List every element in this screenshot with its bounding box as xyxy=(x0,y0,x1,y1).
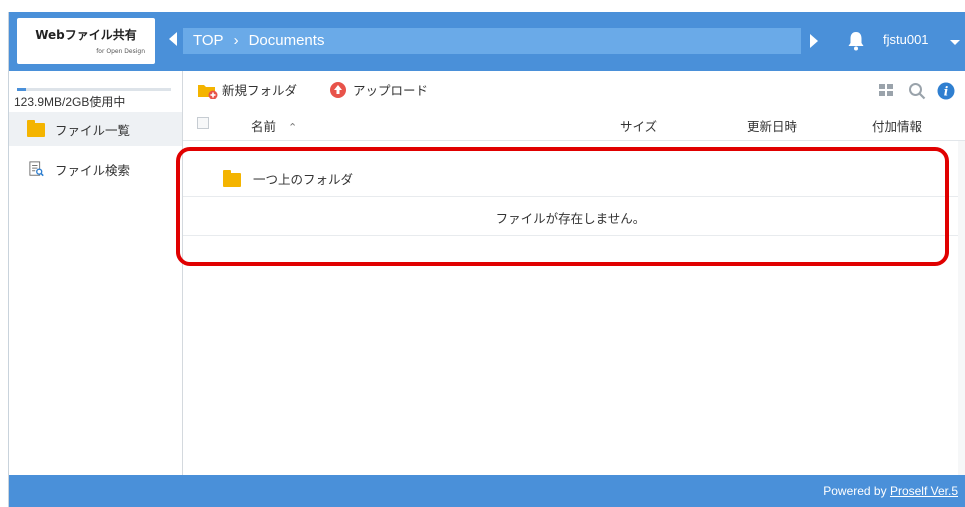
column-info[interactable]: 付加情報 xyxy=(872,116,922,135)
parent-folder-label: 一つ上のフォルダ xyxy=(253,172,354,187)
sidebar: 123.9MB/2GB使用中 ファイル一覧 ファイル検索 xyxy=(9,71,183,475)
app-window: Webファイル共有 for Open Design TOP › Documents … xyxy=(8,12,965,507)
quota-fill xyxy=(17,88,27,91)
upload-button[interactable]: アップロード xyxy=(329,80,428,99)
grid-view-icon[interactable] xyxy=(878,82,894,98)
upload-label: アップロード xyxy=(353,83,429,98)
user-menu[interactable]: fjstu001 xyxy=(883,32,929,47)
folder-icon xyxy=(27,120,47,137)
footer: Powered by Proself Ver.5 xyxy=(9,475,965,507)
nav-back-icon[interactable] xyxy=(169,32,177,46)
powered-by-prefix: Powered by xyxy=(823,484,887,498)
sidebar-item-file-list[interactable]: ファイル一覧 xyxy=(9,112,182,146)
folder-icon xyxy=(223,170,241,187)
sidebar-item-label: ファイル一覧 xyxy=(55,122,131,138)
file-browser: 新規フォルダ アップロード i 名前 ⌃ サイズ 更新日時 付加情報 一つ上のフ… xyxy=(183,71,965,475)
logo[interactable]: Webファイル共有 for Open Design xyxy=(17,18,155,64)
nav-forward-icon[interactable] xyxy=(810,34,818,48)
header-bar: Webファイル共有 for Open Design TOP › Documents … xyxy=(9,12,965,71)
breadcrumb: TOP › Documents xyxy=(183,28,801,54)
new-folder-icon xyxy=(198,84,218,99)
info-icon[interactable]: i xyxy=(937,82,955,100)
vertical-scrollbar[interactable] xyxy=(958,141,965,475)
toolbar: 新規フォルダ アップロード i xyxy=(183,71,965,107)
select-all-checkbox[interactable] xyxy=(197,117,209,129)
sort-ascending-icon: ⌃ xyxy=(288,121,298,134)
sidebar-item-label: ファイル検索 xyxy=(55,162,131,178)
sidebar-item-file-search[interactable]: ファイル検索 xyxy=(9,152,182,186)
chevron-down-icon[interactable] xyxy=(950,40,960,45)
column-modified[interactable]: 更新日時 xyxy=(747,116,797,135)
bell-icon[interactable] xyxy=(847,30,865,52)
upload-icon xyxy=(330,81,346,98)
column-name-label: 名前 xyxy=(251,119,277,134)
new-folder-button[interactable]: 新規フォルダ xyxy=(197,80,297,99)
column-size[interactable]: サイズ xyxy=(620,116,657,135)
empty-message: ファイルが存在しません。 xyxy=(495,211,646,226)
parent-folder-row[interactable]: 一つ上のフォルダ xyxy=(183,158,958,197)
proself-version-link[interactable]: Proself Ver.5 xyxy=(890,484,958,498)
search-icon[interactable] xyxy=(908,82,926,100)
file-search-icon xyxy=(29,161,44,177)
table-header: 名前 ⌃ サイズ 更新日時 付加情報 xyxy=(183,107,965,141)
breadcrumb-root[interactable]: TOP xyxy=(193,32,224,49)
empty-message-row: ファイルが存在しません。 xyxy=(183,197,958,236)
logo-subtitle: for Open Design xyxy=(96,48,145,55)
breadcrumb-separator: › xyxy=(233,32,239,49)
breadcrumb-current[interactable]: Documents xyxy=(249,32,325,49)
quota-bar xyxy=(17,88,171,91)
new-folder-label: 新規フォルダ xyxy=(222,83,298,98)
quota-text: 123.9MB/2GB使用中 xyxy=(14,95,126,109)
column-name[interactable]: 名前 ⌃ xyxy=(251,116,297,135)
powered-by: Powered by Proself Ver.5 xyxy=(823,484,958,498)
svg-text:i: i xyxy=(944,85,949,99)
logo-title: Webファイル共有 xyxy=(35,28,137,42)
